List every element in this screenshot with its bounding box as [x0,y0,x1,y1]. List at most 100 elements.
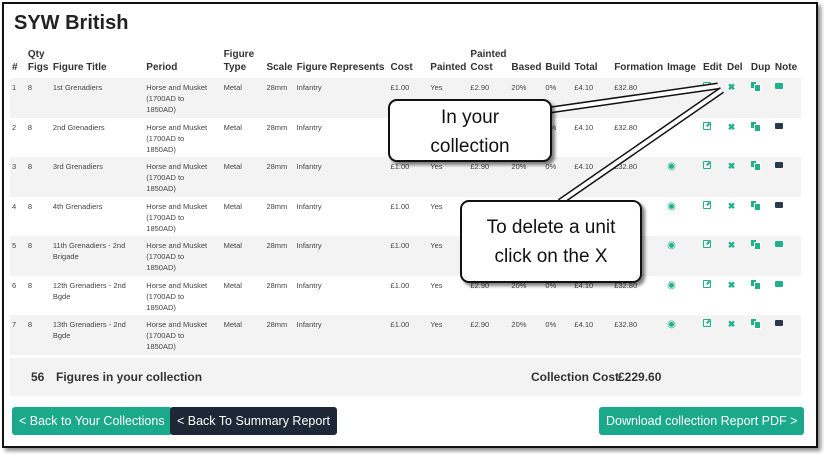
copy-icon[interactable] [750,240,761,250]
comment-icon[interactable] [774,241,783,247]
close-icon[interactable]: ✖ [727,280,736,290]
table-row: 7 8 13th Grenadiers - 2nd Bgde Horse and … [10,315,801,355]
row-cost: £1.00 [388,157,429,197]
eye-icon[interactable]: ◉ [667,280,676,291]
col-total: Total [574,62,598,73]
row-scale: 28mm [264,157,295,197]
eye-icon[interactable]: ◉ [667,240,676,251]
comment-icon[interactable] [774,122,783,129]
edit-icon[interactable] [703,240,712,248]
col-del: Del [727,62,743,73]
col-figure-title: Figure Title [52,62,107,73]
row-cost: £1.00 [388,196,429,236]
row-period: Horse and Musket (1700AD to 1850AD) [144,157,222,197]
close-icon[interactable]: ✖ [727,162,736,171]
comment-icon[interactable] [774,162,783,168]
col-dup: Dup [750,62,771,73]
close-icon[interactable]: ✖ [727,241,736,250]
row-figure-type: Metal [221,315,265,355]
copy-icon[interactable] [750,279,761,290]
close-icon[interactable]: ✖ [727,320,736,329]
col-cost: Cost [390,62,413,73]
row-del-cell: ✖ [725,157,749,197]
row-qty: 8 [25,315,51,355]
row-image-cell: ◉ [665,236,702,276]
row-period: Horse and Musket (1700AD to 1850AD) [144,315,222,355]
figure-count: 56 [31,370,45,384]
edit-icon[interactable] [703,121,712,130]
table-row: 3 8 3rd Grenadiers Horse and Musket (1700… [10,157,801,197]
back-to-collections-button[interactable]: < Back to Your Collections [12,407,172,435]
row-num: 2 [10,117,26,157]
row-represents: Infantry [294,196,389,236]
row-edit-cell [701,78,725,118]
eye-icon[interactable]: ◉ [667,161,676,172]
copy-icon[interactable] [750,200,761,211]
copy-icon[interactable] [750,161,761,171]
back-to-summary-button[interactable]: < Back To Summary Report [170,407,337,435]
col-period: Period [146,62,178,73]
row-figure-title: 13th Grenadiers - 2nd Bgde [50,315,145,355]
table-header-row: # Qty Figs Figure Title Period Figure Type… [10,48,801,78]
row-qty: 8 [25,117,51,157]
close-icon[interactable]: ✖ [727,83,736,92]
eye-icon[interactable]: ◉ [667,201,676,212]
callout-collection-line2: collection [430,136,510,157]
close-icon[interactable]: ✖ [727,122,736,132]
row-del-cell: ✖ [725,275,749,315]
row-figure-type: Metal [221,117,265,157]
row-image-cell: ◉ [665,78,702,118]
edit-icon[interactable] [703,161,712,169]
row-formation: £32.80 [612,157,666,197]
row-image-cell: ◉ [665,117,702,157]
row-scale: 28mm [264,78,295,118]
row-scale: 28mm [264,315,295,355]
copy-icon[interactable] [750,82,761,92]
edit-icon[interactable] [703,279,712,288]
row-del-cell: ✖ [725,196,749,236]
row-dup-cell [748,78,773,118]
row-period: Horse and Musket (1700AD to 1850AD) [144,236,222,276]
row-dup-cell [748,315,773,355]
table-row: 6 8 12th Grenadiers - 2nd Bgde Horse and … [10,275,801,315]
col-image: Image [667,62,696,73]
comment-icon[interactable] [774,320,783,326]
row-edit-cell [701,236,725,276]
page-title: SYW British [14,12,129,34]
collection-table: # Qty Figs Figure Title Period Figure Type… [10,48,801,355]
row-figure-type: Metal [221,275,265,315]
row-del-cell: ✖ [725,236,749,276]
callout-collection-line1: In your [440,107,500,128]
row-total: £4.10 [572,315,613,355]
row-cost: £1.00 [388,236,429,276]
row-edit-cell [701,275,725,315]
row-formation: £32.80 [612,78,666,118]
row-scale: 28mm [264,196,295,236]
row-based: 20% [509,157,544,197]
download-pdf-button[interactable]: Download collection Report PDF > [599,407,805,435]
row-painted-cost: £2.90 [468,157,510,197]
comment-icon[interactable] [774,201,783,208]
eye-icon[interactable]: ◉ [667,319,676,330]
row-dup-cell [748,275,773,315]
close-icon[interactable]: ✖ [727,201,736,211]
row-total: £4.10 [572,157,613,197]
row-figure-type: Metal [221,196,265,236]
collection-summary: 56 Figures in your collection Collection… [10,358,801,396]
row-num: 1 [10,78,26,118]
edit-icon[interactable] [703,319,712,327]
edit-icon[interactable] [703,200,712,209]
edit-icon[interactable] [703,82,712,90]
row-qty: 8 [25,78,51,118]
row-scale: 28mm [264,275,295,315]
row-qty: 8 [25,275,51,315]
row-dup-cell [748,157,773,197]
row-period: Horse and Musket (1700AD to 1850AD) [144,196,222,236]
copy-icon[interactable] [750,121,761,132]
comment-icon[interactable] [774,83,783,89]
copy-icon[interactable] [750,319,761,329]
callout-delete-unit: To delete a unit click on the X [460,200,642,283]
row-note-cell [772,117,801,157]
comment-icon[interactable] [774,280,783,287]
row-build: 0% [543,315,573,355]
